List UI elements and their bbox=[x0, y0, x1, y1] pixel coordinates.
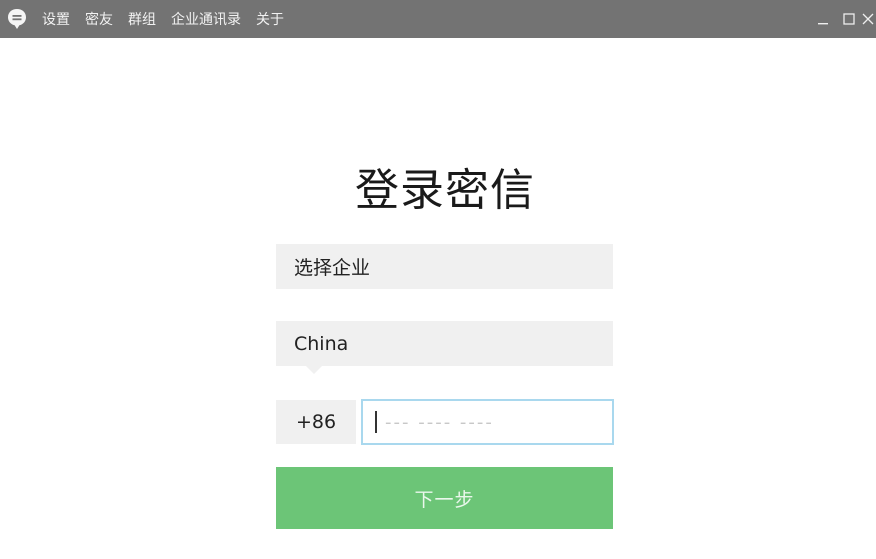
close-icon bbox=[862, 13, 874, 25]
country-code-selector[interactable]: +86 bbox=[276, 400, 356, 444]
maximize-button[interactable] bbox=[836, 0, 862, 38]
country-code-value: +86 bbox=[295, 411, 337, 433]
country-select-value: China bbox=[294, 332, 349, 355]
maximize-icon bbox=[843, 13, 855, 25]
menu-item-settings[interactable]: 设置 bbox=[42, 9, 70, 29]
menu-item-close-friends[interactable]: 密友 bbox=[85, 9, 113, 29]
menu-item-enterprise-directory[interactable]: 企业通讯录 bbox=[171, 9, 241, 29]
phone-number-field[interactable] bbox=[361, 399, 614, 445]
chat-bubble-icon[interactable] bbox=[7, 8, 27, 30]
page-title: 登录密信 bbox=[355, 165, 535, 216]
dropdown-pointer-icon bbox=[306, 366, 322, 374]
minimize-button[interactable] bbox=[810, 0, 836, 38]
main-menu: 设置 密友 群组 企业通讯录 关于 bbox=[42, 0, 299, 38]
title-bar: 设置 密友 群组 企业通讯录 关于 bbox=[0, 0, 876, 38]
phone-number-input[interactable] bbox=[363, 401, 612, 443]
country-select[interactable]: China bbox=[276, 321, 613, 374]
window-controls bbox=[810, 0, 876, 38]
menu-item-groups[interactable]: 群组 bbox=[128, 9, 156, 29]
menu-item-about[interactable]: 关于 bbox=[256, 9, 284, 29]
minimize-icon bbox=[818, 23, 828, 25]
enterprise-select[interactable]: 选择企业 bbox=[276, 244, 613, 289]
close-button[interactable] bbox=[862, 0, 876, 38]
next-step-button[interactable]: 下一步 bbox=[276, 467, 613, 529]
enterprise-select-label: 选择企业 bbox=[294, 257, 371, 279]
